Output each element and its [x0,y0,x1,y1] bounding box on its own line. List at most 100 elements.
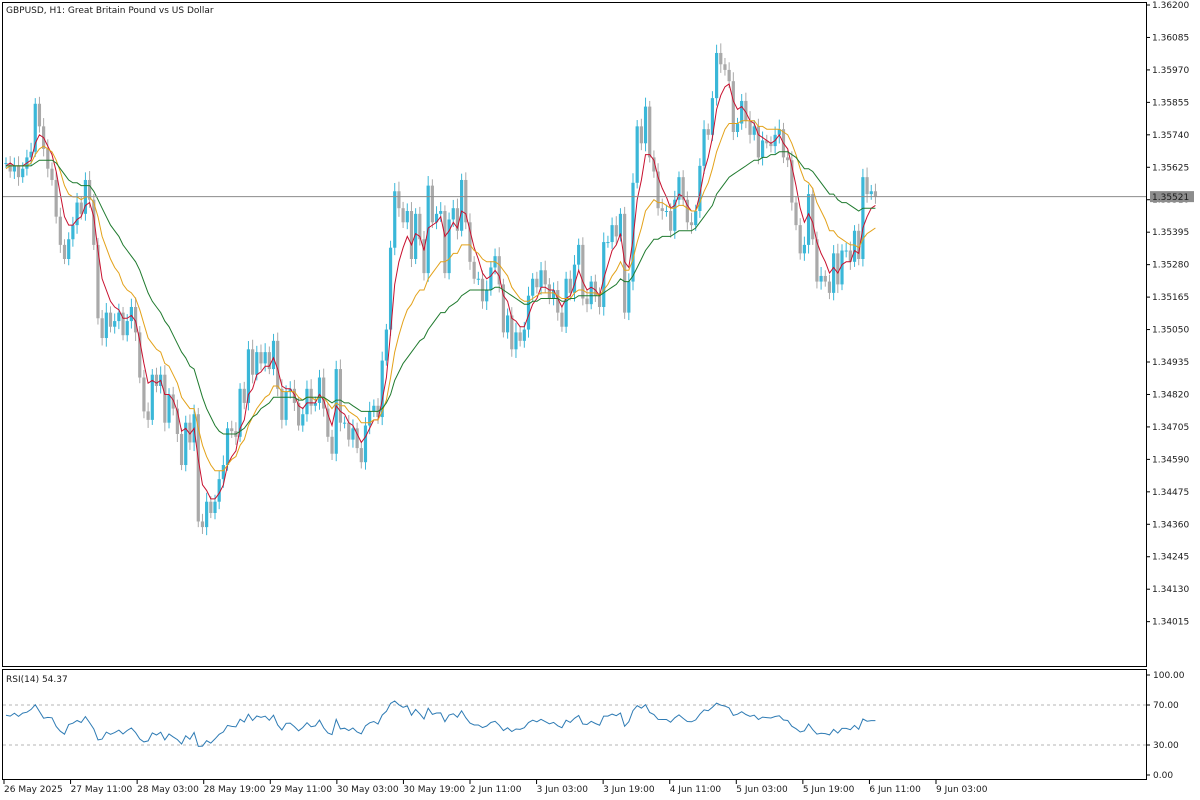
candle-body [71,225,75,240]
candle-body [694,211,698,226]
candle [4,157,8,169]
candle-body [485,290,489,302]
rsi-tick-label: 30.00 [1153,741,1179,751]
candle [108,306,113,333]
candle-body [715,52,719,99]
ma-fast-line [5,83,876,500]
candle-body [163,374,167,423]
time-tick-label: 4 Jun 11:00 [670,785,722,795]
candle [506,308,510,339]
candle [706,123,710,140]
candle [443,205,447,279]
price-tick-label: 1.34245 [1152,553,1189,563]
time-tick-label: 6 Jun 11:00 [869,785,921,795]
candle-body [648,106,652,158]
candle [476,271,480,286]
candle [581,237,585,306]
candle-body [209,501,213,513]
current-price-label: 1.35521 [1152,193,1189,203]
candle [104,303,108,347]
candle-body [618,213,623,237]
candle [163,365,167,432]
current-price-tag: 1.35521 [1150,191,1194,203]
candle [593,274,597,302]
price-tick-label: 1.34705 [1152,423,1189,433]
candle [832,245,836,301]
candle [338,359,342,432]
candle [769,136,773,153]
candle [351,419,355,448]
candle [242,381,246,410]
candle [393,182,397,256]
rsi-tick-label: 70.00 [1153,701,1179,711]
candle [37,96,42,133]
candle-body [146,411,150,420]
time-tick-label: 28 May 19:00 [204,785,266,795]
candle [230,420,234,439]
candle-body [21,168,25,178]
candle [635,120,639,189]
candle-body [255,352,259,375]
candle-body [836,253,840,285]
candle [806,184,811,254]
price-tick-label: 1.34015 [1152,618,1189,628]
candle-body [597,295,602,307]
rsi-panel [2,669,1147,780]
candle [113,313,117,334]
candle-body [167,394,171,423]
candle [660,198,664,220]
candle-body [347,422,351,440]
candle [740,93,744,130]
price-tick-label: 1.34360 [1152,520,1189,530]
candle [518,326,522,347]
candle-body [806,194,811,245]
candle [62,239,67,265]
time-tick-label: 27 May 11:00 [71,785,133,795]
price-tick-label: 1.35855 [1152,98,1189,108]
candle [305,380,309,422]
candle-body [610,225,614,243]
candle-body [635,126,639,183]
time-tick-label: 3 Jun 03:00 [537,785,589,795]
candle-body [823,275,827,282]
time-tick-label: 2 Jun 11:00 [470,785,522,795]
candle [455,198,460,240]
candle [205,492,209,536]
candle [844,242,848,258]
candle-body [802,244,806,254]
candle-body [67,239,71,259]
chart-canvas[interactable]: 1.36200 1.36085 1.35970 1.35855 1.35740 1.356… [0,0,1200,800]
candle [497,247,501,293]
candle-body [794,202,798,226]
candle-body [439,211,443,214]
candle [301,407,305,432]
price-axis: 1.36200 1.36085 1.35970 1.35855 1.35740 1.356… [1146,1,1189,628]
candle [735,117,740,138]
candle [363,417,368,470]
candle [372,399,376,418]
candle-body [723,64,727,70]
candle-body [363,425,368,463]
candle-body [401,208,405,223]
candle-body [46,148,50,169]
candle-body [384,329,388,361]
candle-body [702,129,706,166]
candle [606,235,610,248]
candle-body [305,388,309,415]
candle [643,97,648,152]
candle [798,218,802,260]
candle-body [58,216,62,245]
candle-body [535,278,539,288]
candle [489,261,493,296]
candle-body [104,312,108,339]
candle [184,415,188,472]
candle [397,181,401,217]
candle-body [393,191,397,248]
candle-body [819,275,823,282]
candle-body [271,340,276,370]
candle-body [351,428,355,440]
candle [485,280,489,310]
candle [702,120,706,174]
candle-body [518,332,522,341]
candle-body [409,211,414,259]
